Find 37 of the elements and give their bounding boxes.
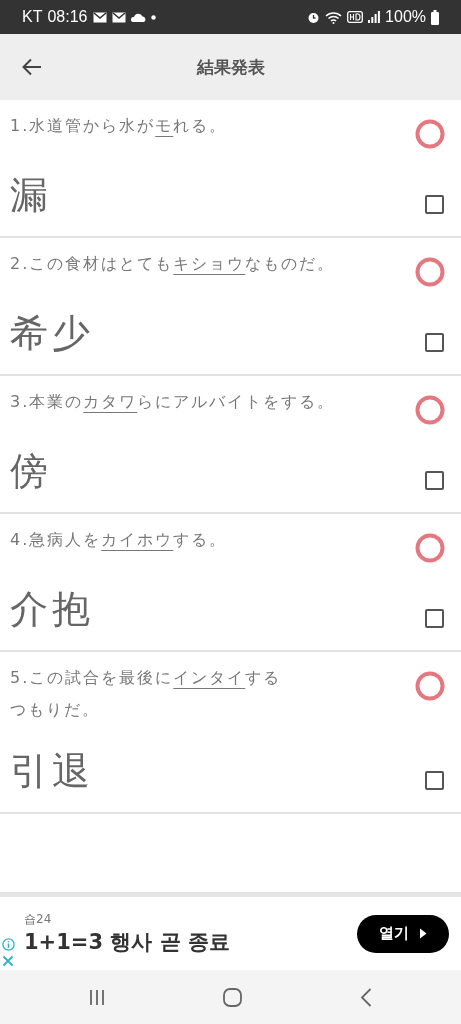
- mail-icon: [111, 11, 126, 23]
- play-icon: [419, 928, 427, 939]
- carrier-name: KT: [22, 8, 43, 26]
- answer-kanji: 希少: [10, 310, 94, 357]
- back-arrow-icon[interactable]: [22, 58, 42, 76]
- checkbox[interactable]: [425, 771, 444, 790]
- checkbox[interactable]: [425, 609, 444, 628]
- signal-icon: [368, 11, 381, 23]
- checkbox[interactable]: [425, 195, 444, 214]
- advertiser-name: 숍24: [24, 911, 53, 928]
- ad-banner[interactable]: 숍24 1+1=3 행사 곧 종료 열기: [0, 892, 461, 970]
- question-text: 2.この食材はとても キショウ なものだ。: [10, 253, 336, 275]
- answer-kanji: 傍: [10, 448, 52, 495]
- checkbox[interactable]: [425, 471, 444, 490]
- answer-kanji: 介抱: [10, 586, 94, 633]
- question-text: 1.水道管から水がモれる。: [10, 115, 228, 137]
- mail-icon: [92, 11, 107, 23]
- question-text: 3.本業のカタワ らにアルバイトをする。: [10, 391, 336, 413]
- clock-time: 08:16: [47, 8, 88, 26]
- recents-icon[interactable]: [89, 988, 105, 1006]
- checkbox[interactable]: [425, 333, 444, 352]
- answer-kanji: 漏: [10, 172, 52, 219]
- hd-icon: [347, 11, 364, 23]
- ad-headline: 1+1=3 행사 곧 종료: [24, 929, 231, 956]
- screen-title: 結果発表: [196, 55, 265, 79]
- answer-kanji: 引退: [10, 748, 94, 795]
- cloud-icon: [130, 12, 146, 22]
- question-text: 4.急病人を カイホウする。: [10, 529, 228, 551]
- battery-level: 100%: [385, 8, 426, 26]
- question-text: 5.この試合を最後に インタイする つもりだ。: [10, 667, 282, 721]
- dot-icon: [150, 14, 156, 20]
- open-button[interactable]: 열기: [357, 914, 449, 953]
- wifi-icon: [325, 10, 343, 24]
- back-icon[interactable]: [360, 987, 372, 1007]
- home-icon[interactable]: [223, 987, 242, 1007]
- battery-icon: [431, 9, 439, 25]
- alarm-icon: [307, 10, 321, 24]
